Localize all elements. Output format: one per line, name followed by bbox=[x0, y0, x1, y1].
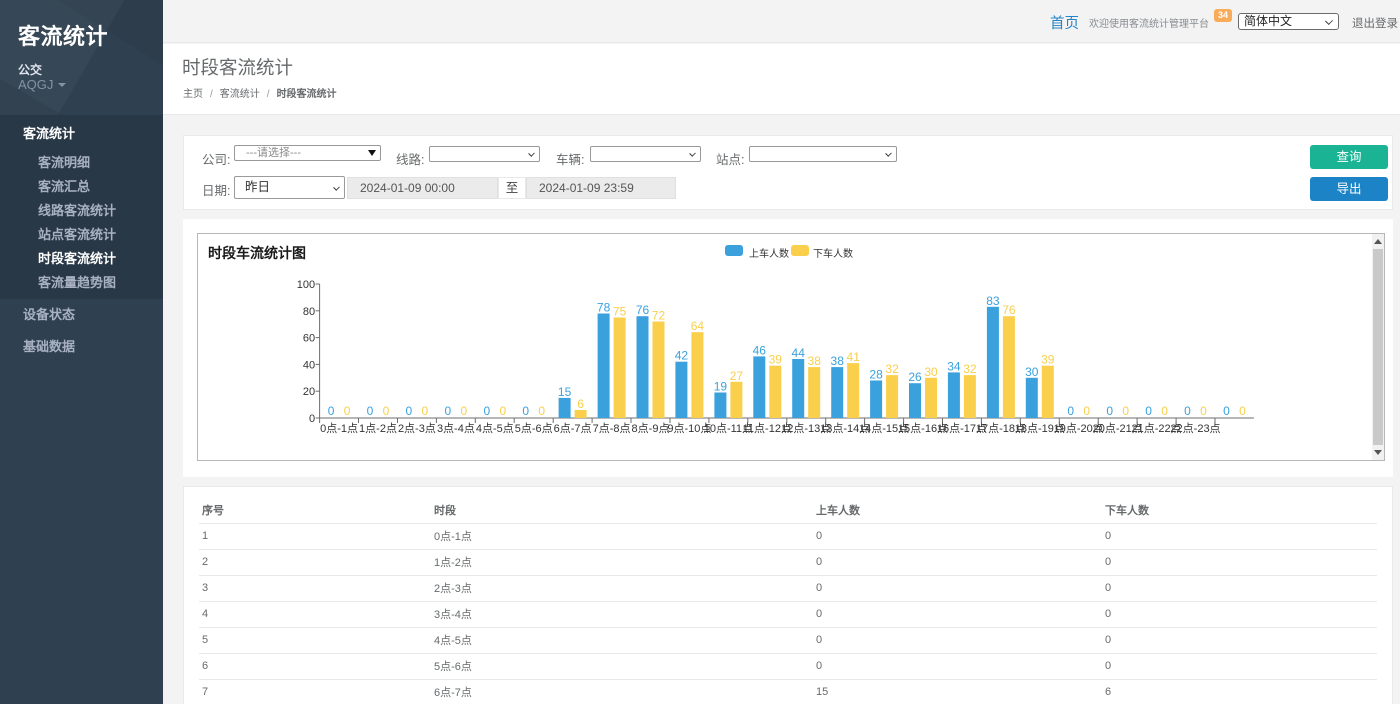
svg-text:46: 46 bbox=[753, 343, 767, 357]
svg-text:0: 0 bbox=[1122, 404, 1129, 418]
svg-text:0: 0 bbox=[461, 404, 468, 418]
svg-text:20: 20 bbox=[303, 386, 315, 398]
svg-text:0: 0 bbox=[1145, 404, 1152, 418]
svg-text:80: 80 bbox=[303, 306, 315, 318]
svg-text:39: 39 bbox=[769, 353, 783, 367]
svg-text:26: 26 bbox=[908, 370, 922, 384]
svg-text:0: 0 bbox=[483, 404, 490, 418]
svg-text:0: 0 bbox=[522, 404, 529, 418]
svg-text:0: 0 bbox=[406, 404, 413, 418]
svg-text:19: 19 bbox=[714, 380, 728, 394]
svg-text:72: 72 bbox=[652, 309, 666, 323]
svg-text:0: 0 bbox=[422, 404, 429, 418]
svg-text:0: 0 bbox=[1083, 404, 1090, 418]
svg-text:39: 39 bbox=[1041, 353, 1055, 367]
svg-text:0: 0 bbox=[538, 404, 545, 418]
svg-text:4点-5点: 4点-5点 bbox=[476, 422, 514, 435]
svg-text:22点-23点: 22点-23点 bbox=[1170, 422, 1220, 435]
svg-text:76: 76 bbox=[636, 303, 650, 317]
svg-text:0: 0 bbox=[344, 404, 351, 418]
svg-text:83: 83 bbox=[986, 294, 1000, 308]
svg-text:7点-8点: 7点-8点 bbox=[593, 422, 631, 435]
svg-text:38: 38 bbox=[808, 354, 822, 368]
svg-text:64: 64 bbox=[691, 319, 705, 333]
svg-text:41: 41 bbox=[847, 350, 861, 364]
svg-text:30: 30 bbox=[1025, 365, 1039, 379]
svg-text:34: 34 bbox=[947, 359, 961, 373]
svg-text:0: 0 bbox=[445, 404, 452, 418]
svg-text:6点-7点: 6点-7点 bbox=[554, 422, 592, 435]
svg-text:76: 76 bbox=[1002, 303, 1016, 317]
svg-text:2点-3点: 2点-3点 bbox=[398, 422, 436, 435]
svg-text:27: 27 bbox=[730, 369, 744, 383]
svg-text:0: 0 bbox=[1106, 404, 1113, 418]
svg-text:0: 0 bbox=[1161, 404, 1168, 418]
svg-text:0: 0 bbox=[1184, 404, 1191, 418]
svg-text:38: 38 bbox=[831, 354, 845, 368]
svg-text:8点-9点: 8点-9点 bbox=[632, 422, 670, 435]
svg-text:100: 100 bbox=[297, 279, 315, 291]
svg-text:60: 60 bbox=[303, 333, 315, 345]
svg-text:3点-4点: 3点-4点 bbox=[437, 422, 475, 435]
svg-text:0: 0 bbox=[1239, 404, 1246, 418]
svg-text:44: 44 bbox=[792, 346, 806, 360]
svg-text:0点-1点: 0点-1点 bbox=[320, 422, 358, 435]
svg-text:40: 40 bbox=[303, 359, 315, 371]
svg-text:28: 28 bbox=[869, 368, 883, 382]
svg-text:42: 42 bbox=[675, 349, 689, 363]
svg-text:0: 0 bbox=[328, 404, 335, 418]
svg-text:32: 32 bbox=[885, 362, 899, 376]
svg-text:0: 0 bbox=[499, 404, 506, 418]
svg-text:30: 30 bbox=[924, 365, 938, 379]
svg-text:0: 0 bbox=[1067, 404, 1074, 418]
svg-text:0: 0 bbox=[367, 404, 374, 418]
svg-text:5点-6点: 5点-6点 bbox=[515, 422, 553, 435]
svg-text:1点-2点: 1点-2点 bbox=[359, 422, 397, 435]
svg-text:78: 78 bbox=[597, 301, 611, 315]
svg-text:0: 0 bbox=[309, 413, 315, 425]
svg-text:6: 6 bbox=[577, 397, 584, 411]
svg-text:32: 32 bbox=[963, 362, 977, 376]
svg-text:0: 0 bbox=[1200, 404, 1207, 418]
svg-text:75: 75 bbox=[613, 305, 627, 319]
svg-text:0: 0 bbox=[383, 404, 390, 418]
svg-text:15: 15 bbox=[558, 385, 572, 399]
svg-text:0: 0 bbox=[1223, 404, 1230, 418]
